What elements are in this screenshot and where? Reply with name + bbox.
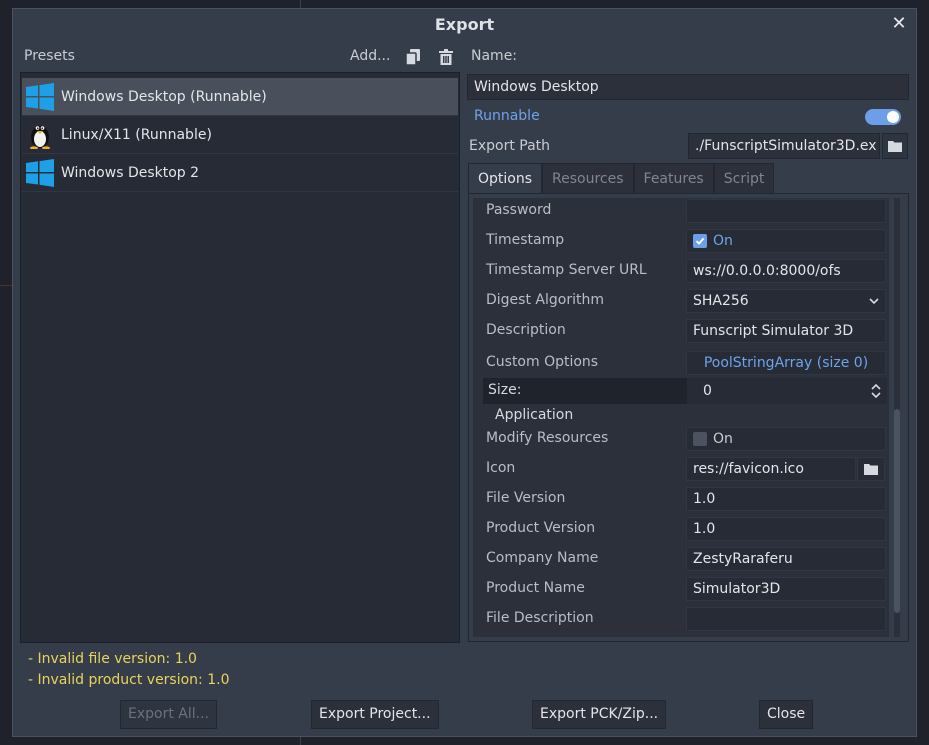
option-row-description: Description Funscript Simulator 3D (473, 316, 889, 346)
folder-icon[interactable] (857, 457, 885, 481)
dialog-title: Export (434, 15, 495, 34)
chevron-down-icon (869, 298, 879, 305)
presets-label: Presets (24, 48, 75, 64)
preset-item[interactable]: Windows Desktop (Runnable) (22, 78, 458, 116)
size-label: Size: (488, 382, 522, 398)
tab-script[interactable]: Script (713, 163, 775, 194)
preset-item[interactable]: Windows Desktop 2 (22, 154, 458, 192)
option-label: Timestamp (486, 232, 565, 248)
runnable-label: Runnable (474, 108, 540, 124)
export-pck-zip-button[interactable]: Export PCK/Zip... (532, 700, 667, 729)
file-version-field[interactable]: 1.0 (686, 487, 886, 511)
size-row: Size: 0 (483, 378, 887, 404)
linux-penguin-icon (26, 121, 54, 149)
tab-features[interactable]: Features (633, 163, 714, 194)
export-path-label: Export Path (469, 138, 551, 154)
option-row-company-name: Company Name ZestyRaraferu (473, 544, 889, 574)
options-panel: Password Timestamp On Timestamp Server U… (468, 193, 909, 642)
option-label: Product Version (486, 520, 596, 536)
windows-icon (26, 82, 54, 111)
tab-options[interactable]: Options (468, 163, 543, 194)
dropdown-value: SHA256 (693, 293, 749, 309)
name-field[interactable]: Windows Desktop (467, 74, 909, 100)
option-row-file-version: File Version 1.0 (473, 484, 889, 514)
windows-icon (26, 158, 54, 187)
tab-bar: Options Resources Features Script (468, 163, 775, 194)
option-label: Product Name (486, 580, 585, 596)
product-version-field[interactable]: 1.0 (686, 517, 886, 541)
custom-options-array-button[interactable]: PoolStringArray (size 0) (686, 351, 886, 375)
background-axis-line (0, 285, 12, 286)
option-row-timestamp: Timestamp On (473, 226, 889, 256)
size-value: 0 (703, 383, 712, 399)
checkbox-box (693, 432, 707, 446)
close-button[interactable]: Close (759, 700, 814, 729)
options-list: Password Timestamp On Timestamp Server U… (473, 198, 889, 637)
option-label: Description (486, 322, 566, 338)
checkmark-icon (693, 234, 707, 248)
name-label: Name: (471, 48, 518, 64)
description-field[interactable]: Funscript Simulator 3D (686, 319, 886, 343)
preset-label: Windows Desktop (Runnable) (61, 88, 267, 105)
size-spinbox[interactable]: 0 (687, 378, 887, 404)
option-row-timestamp-server-url: Timestamp Server URL ws://0.0.0.0:8000/o… (473, 256, 889, 286)
digest-algorithm-dropdown[interactable]: SHA256 (686, 289, 886, 313)
error-message: - Invalid file version: 1.0 (28, 651, 197, 667)
section-header-application: Application (495, 407, 574, 423)
option-row-modify-resources: Modify Resources On (473, 424, 889, 454)
tab-resources[interactable]: Resources (542, 163, 634, 194)
add-preset-button[interactable]: Add... (350, 48, 390, 64)
preset-label: Windows Desktop 2 (61, 164, 200, 181)
option-label: Company Name (486, 550, 599, 566)
option-row-product-version: Product Version 1.0 (473, 514, 889, 544)
option-row-digest-algorithm: Digest Algorithm SHA256 (473, 286, 889, 316)
folder-icon[interactable] (882, 133, 908, 159)
runnable-toggle[interactable] (865, 109, 901, 125)
option-label: Modify Resources (486, 430, 609, 446)
modify-resources-checkbox[interactable]: On (686, 427, 886, 451)
export-dialog: Export ✕ Presets Add... Windows Desktop … (12, 8, 917, 737)
checkbox-label: On (713, 233, 733, 249)
timestamp-checkbox[interactable]: On (686, 229, 886, 253)
file-description-field[interactable] (686, 607, 886, 631)
preset-item[interactable]: Linux/X11 (Runnable) (22, 116, 458, 154)
preset-label: Linux/X11 (Runnable) (61, 126, 212, 143)
error-message: - Invalid product version: 1.0 (28, 672, 230, 688)
option-row-product-name: Product Name Simulator3D (473, 574, 889, 604)
option-label: Custom Options (486, 354, 599, 370)
option-row-icon: Icon res://favicon.ico (473, 454, 889, 484)
option-label: Timestamp Server URL (486, 262, 647, 278)
scrollbar-thumb[interactable] (894, 409, 900, 613)
spinner-arrows-icon[interactable] (871, 383, 881, 399)
option-row-file-description: File Description (473, 604, 889, 634)
option-label: Password (486, 202, 552, 218)
export-project-button[interactable]: Export Project... (311, 700, 439, 729)
password-field[interactable] (686, 199, 886, 223)
close-icon[interactable]: ✕ (888, 13, 910, 35)
icon-path-field[interactable]: res://favicon.ico (686, 457, 856, 481)
export-all-button[interactable]: Export All... (120, 700, 217, 729)
export-path-field[interactable]: ./FunscriptSimulator3D.ex (688, 133, 880, 159)
checkbox-label: On (713, 431, 733, 447)
option-label: Digest Algorithm (486, 292, 604, 308)
option-label: File Version (486, 490, 566, 506)
option-label: File Description (486, 610, 594, 626)
preset-list: Windows Desktop (Runnable) Linux/X11 (Ru… (20, 72, 460, 643)
timestamp-server-url-field[interactable]: ws://0.0.0.0:8000/ofs (686, 259, 886, 283)
product-name-field[interactable]: Simulator3D (686, 577, 886, 601)
option-row-custom-options: Custom Options PoolStringArray (size 0) (473, 348, 889, 378)
option-row-password: Password (473, 198, 889, 226)
option-label: Icon (486, 460, 516, 476)
duplicate-icon[interactable] (406, 49, 420, 65)
delete-icon[interactable] (438, 49, 454, 65)
company-name-field[interactable]: ZestyRaraferu (686, 547, 886, 571)
